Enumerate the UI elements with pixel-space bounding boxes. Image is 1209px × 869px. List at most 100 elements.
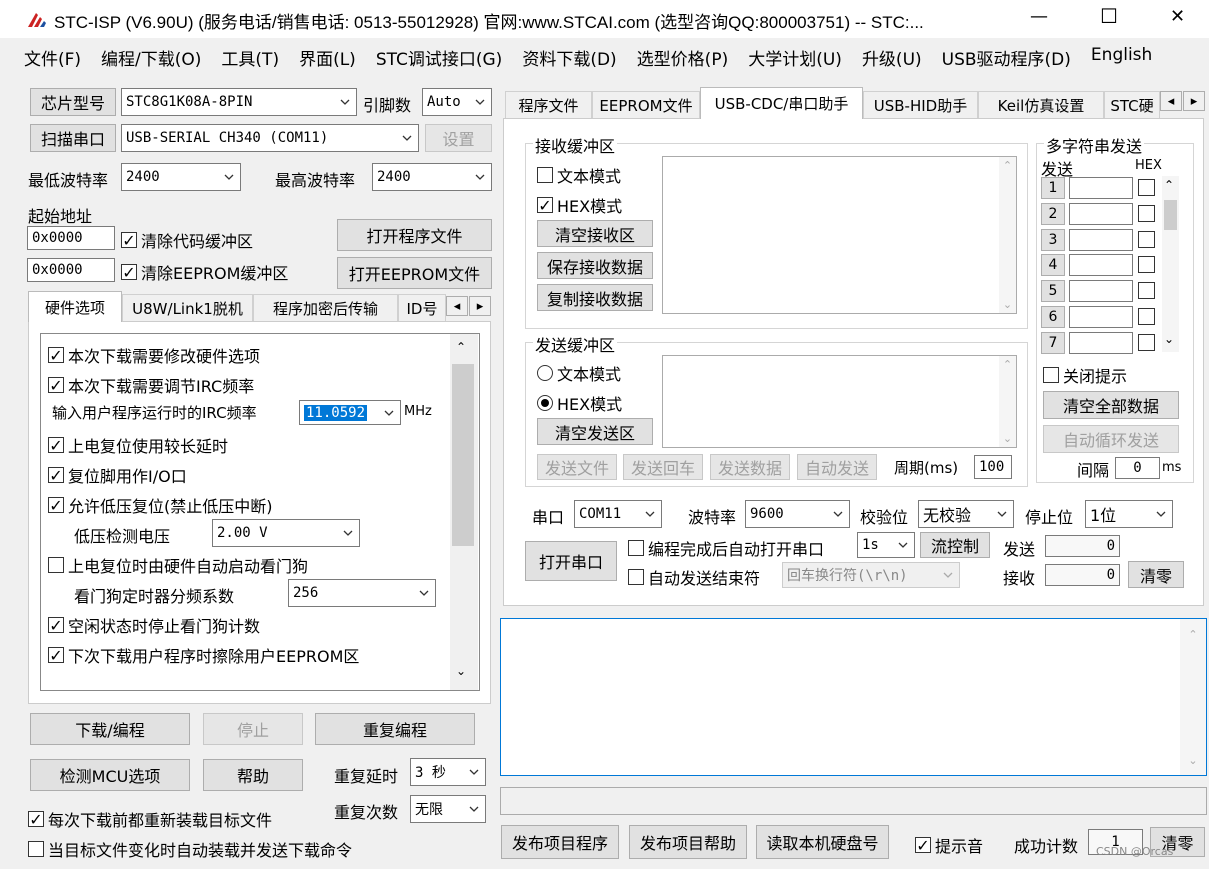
publish-program-button[interactable]: 发布项目程序 xyxy=(501,825,619,859)
tab-encrypt[interactable]: 程序加密后传输 xyxy=(253,294,398,322)
hw-scrollbar[interactable]: ⌃ ⌄ xyxy=(450,334,478,690)
eeprom-address-input[interactable]: 0x0000 xyxy=(27,258,115,282)
settings-button[interactable]: 设置 xyxy=(425,124,492,152)
receive-textarea[interactable]: ⌃ ⌄ xyxy=(662,156,1017,314)
multi-string-input[interactable] xyxy=(1069,202,1133,225)
download-button[interactable]: 下载/编程 xyxy=(30,713,190,745)
send-data-button[interactable]: 发送数据 xyxy=(710,454,790,480)
stop-bits-select[interactable]: 1位 xyxy=(1085,500,1173,528)
scroll-up-icon[interactable]: ⌃ xyxy=(999,157,1016,174)
tab-hardware-options[interactable]: 硬件选项 xyxy=(28,291,122,322)
menu-university[interactable]: 大学计划(U) xyxy=(748,45,842,71)
serial-port-select[interactable]: COM11 xyxy=(574,500,662,528)
multi-scrollbar[interactable]: ⌃ ⌄ xyxy=(1162,176,1179,352)
send-file-button[interactable]: 发送文件 xyxy=(537,454,617,480)
scroll-thumb[interactable] xyxy=(452,364,474,546)
help-button[interactable]: 帮助 xyxy=(203,759,303,791)
clear-all-button[interactable]: 清空全部数据 xyxy=(1043,391,1179,419)
scroll-up-icon[interactable]: ⌃ xyxy=(456,340,466,354)
tab-usb-cdc-serial[interactable]: USB-CDC/串口助手 xyxy=(700,87,863,119)
copy-receive-button[interactable]: 复制接收数据 xyxy=(537,284,653,311)
save-receive-button[interactable]: 保存接收数据 xyxy=(537,252,653,279)
recv-hex-mode-checkbox[interactable]: ✓ HEX模式 xyxy=(537,193,622,217)
tab-eeprom-file[interactable]: EEPROM文件 xyxy=(592,91,700,119)
scroll-down-icon[interactable]: ⌄ xyxy=(999,296,1016,313)
menu-price[interactable]: 选型价格(P) xyxy=(637,45,729,71)
send-hex-mode-radio[interactable]: HEX模式 xyxy=(537,391,622,415)
clear-code-checkbox[interactable]: ✓ 清除代码缓冲区 xyxy=(121,228,253,252)
wdt-div-select[interactable]: 256 xyxy=(288,579,436,607)
auto-open-delay-select[interactable]: 1s xyxy=(857,532,915,558)
port-select[interactable]: USB-SERIAL CH340 (COM11) xyxy=(121,124,419,152)
multi-send-button[interactable]: 5 xyxy=(1041,280,1065,303)
log-scrollbar[interactable]: ⌃ ⌄ xyxy=(1180,619,1206,775)
hw-opt-irc[interactable]: ✓ 本次下载需要调节IRC频率 xyxy=(48,373,254,397)
tab-scroll-right-icon[interactable]: ▸ xyxy=(469,296,491,316)
repeat-count-select[interactable]: 无限 xyxy=(410,795,486,823)
hw-opt-watchdog[interactable]: 上电复位时由硬件自动启动看门狗 xyxy=(48,553,308,577)
tab-usb-hid[interactable]: USB-HID助手 xyxy=(863,91,978,119)
menu-program[interactable]: 编程/下载(O) xyxy=(101,45,201,71)
open-eeprom-button[interactable]: 打开EEPROM文件 xyxy=(337,257,492,289)
scroll-down-icon[interactable]: ⌄ xyxy=(999,430,1016,447)
hw-opt-long-delay[interactable]: ✓ 上电复位使用较长延时 xyxy=(48,433,228,457)
auto-send-button[interactable]: 自动发送 xyxy=(797,454,877,480)
hw-opt-low-voltage[interactable]: ✓ 允许低压复位(禁止低压中断) xyxy=(48,493,273,517)
maximize-button[interactable]: ☐ xyxy=(1100,4,1118,28)
scroll-thumb[interactable] xyxy=(1164,200,1177,230)
reprogram-button[interactable]: 重复编程 xyxy=(315,713,475,745)
detect-mcu-button[interactable]: 检测MCU选项 xyxy=(30,759,190,791)
send-scrollbar[interactable]: ⌃ ⌄ xyxy=(999,356,1016,447)
multi-string-input[interactable] xyxy=(1069,177,1133,199)
menu-file[interactable]: 文件(F) xyxy=(24,45,81,71)
menu-english[interactable]: English xyxy=(1091,45,1152,71)
close-tip-checkbox[interactable]: 关闭提示 xyxy=(1043,363,1127,387)
chip-model-select[interactable]: STC8G1K08A-8PIN xyxy=(121,88,357,116)
stop-button[interactable]: 停止 xyxy=(203,713,303,745)
auto-loop-button[interactable]: 自动循环发送 xyxy=(1043,425,1179,453)
tab-program-file[interactable]: 程序文件 xyxy=(505,91,592,119)
beep-checkbox[interactable]: ✓ 提示音 xyxy=(915,833,983,857)
interval-input[interactable]: 0 xyxy=(1115,457,1160,479)
multi-send-button[interactable]: 7 xyxy=(1041,331,1065,354)
max-baud-select[interactable]: 2400 xyxy=(372,163,492,191)
multi-string-input[interactable] xyxy=(1069,306,1133,328)
pin-count-select[interactable]: Auto xyxy=(422,88,492,116)
scroll-up-icon[interactable]: ⌃ xyxy=(1164,178,1174,192)
recv-text-mode-checkbox[interactable]: 文本模式 xyxy=(537,163,621,187)
min-baud-select[interactable]: 2400 xyxy=(121,163,241,191)
parity-select[interactable]: 无校验 xyxy=(918,500,1014,528)
scroll-up-icon[interactable]: ⌃ xyxy=(999,356,1016,373)
clear-eeprom-checkbox[interactable]: ✓ 清除EEPROM缓冲区 xyxy=(121,260,288,284)
tab-scroll-left-icon[interactable]: ◂ xyxy=(446,296,468,316)
clear-send-button[interactable]: 清空发送区 xyxy=(537,418,653,445)
menu-debug[interactable]: STC调试接口(G) xyxy=(376,45,503,71)
menu-usb-driver[interactable]: USB驱动程序(D) xyxy=(942,45,1071,71)
multi-hex-checkbox[interactable] xyxy=(1138,308,1155,325)
multi-send-button[interactable]: 2 xyxy=(1041,202,1065,225)
open-port-button[interactable]: 打开串口 xyxy=(525,541,617,581)
menu-upgrade[interactable]: 升级(U) xyxy=(862,45,922,71)
multi-hex-checkbox[interactable] xyxy=(1138,256,1155,274)
auto-end-checkbox[interactable]: 自动发送结束符 xyxy=(628,565,760,589)
repeat-delay-select[interactable]: 3 秒 xyxy=(410,758,486,786)
receive-scrollbar[interactable]: ⌃ ⌄ xyxy=(999,157,1016,313)
menu-tools[interactable]: 工具(T) xyxy=(221,45,279,71)
menu-interface[interactable]: 界面(L) xyxy=(299,45,356,71)
code-address-input[interactable]: 0x0000 xyxy=(27,226,115,250)
open-program-button[interactable]: 打开程序文件 xyxy=(337,219,492,251)
baud-select[interactable]: 9600 xyxy=(745,500,850,528)
menu-docs[interactable]: 资料下载(D) xyxy=(522,45,616,71)
publish-help-button[interactable]: 发布项目帮助 xyxy=(629,825,747,859)
multi-string-input[interactable] xyxy=(1069,280,1133,303)
multi-send-button[interactable]: 1 xyxy=(1041,177,1065,199)
multi-send-button[interactable]: 3 xyxy=(1041,228,1065,251)
auto-reload-checkbox[interactable]: 当目标文件变化时自动装载并发送下载命令 xyxy=(28,837,352,861)
tab-u8w-offline[interactable]: U8W/Link1脱机 xyxy=(122,294,253,322)
multi-string-input[interactable] xyxy=(1069,331,1133,354)
low-voltage-select[interactable]: 2.00 V xyxy=(212,519,360,547)
multi-string-input[interactable] xyxy=(1069,228,1133,251)
scroll-down-icon[interactable]: ⌄ xyxy=(1164,332,1174,346)
clear-receive-button[interactable]: 清空接收区 xyxy=(537,220,653,247)
tab-id[interactable]: ID号 xyxy=(398,294,446,322)
